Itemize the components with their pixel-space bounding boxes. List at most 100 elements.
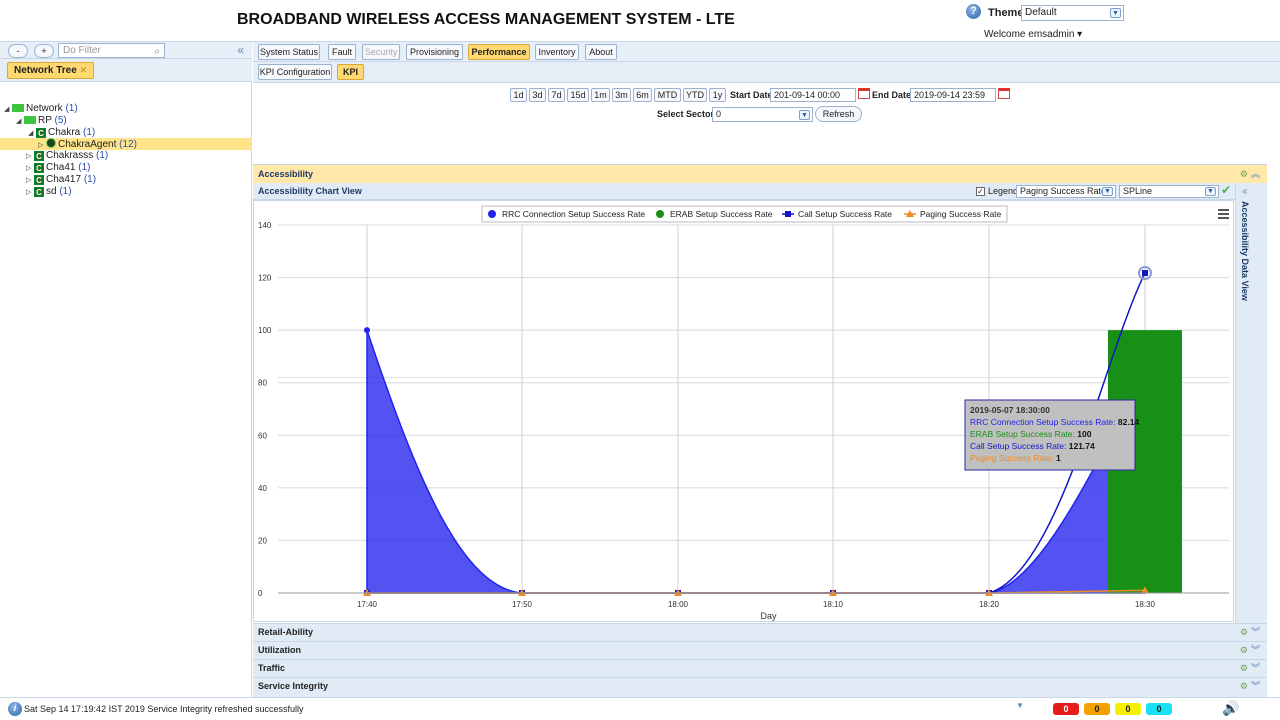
legend-checkbox-label: Legend (988, 186, 1019, 196)
main-nav: System Status Fault Security Provisionin… (253, 42, 1280, 62)
expand-down-icon[interactable]: ︾ (1251, 627, 1263, 637)
theme-select[interactable]: Default ▼ (1021, 5, 1124, 21)
tooltip-row-value: 121.74 (1069, 441, 1095, 451)
expand-down-icon[interactable]: ︾ (1251, 645, 1263, 655)
tree-toggle-icon[interactable]: ▷ (26, 187, 34, 199)
tab-kpi[interactable]: KPI (337, 64, 364, 80)
apply-check-icon[interactable]: ✔ (1221, 183, 1231, 197)
tab-fault[interactable]: Fault (328, 44, 356, 60)
alarm-major-count[interactable]: 0 (1084, 703, 1110, 715)
x-tick-label: 18:30 (1135, 600, 1156, 609)
legend-label: Paging Success Rate (920, 209, 1002, 219)
alarm-critical-count[interactable]: 0 (1053, 703, 1079, 715)
metric-select-value: Paging Success Rate (1020, 186, 1107, 196)
legend-checkbox[interactable]: ✓ (976, 187, 985, 196)
tree-node-count: (12) (119, 139, 137, 150)
tree-node-sd[interactable]: ▷ Csd (1) (26, 186, 72, 198)
tree-toggle-icon[interactable]: ◢ (28, 128, 36, 140)
range-3d-button[interactable]: 3d (529, 88, 546, 102)
chart-menu-icon[interactable] (1218, 209, 1229, 219)
alarm-minor-count[interactable]: 0 (1115, 703, 1141, 715)
speaker-icon[interactable]: 🔊 (1222, 700, 1239, 717)
chart-view-header: Accessibility Chart View ✓ Legend Paging… (253, 183, 1267, 200)
tree-node-cha41[interactable]: ▷ C Cha41 (1) (26, 162, 90, 174)
tab-provisioning[interactable]: Provisioning (406, 44, 463, 60)
settings-icon[interactable]: ⚙ (1240, 681, 1251, 691)
tab-about[interactable]: About (585, 44, 617, 60)
expand-down-icon[interactable]: ︾ (1251, 663, 1263, 673)
settings-icon[interactable]: ⚙ (1240, 663, 1251, 673)
sector-select[interactable]: 0 ▼ (712, 107, 813, 122)
range-6m-button[interactable]: 6m (633, 88, 652, 102)
search-icon[interactable]: ⌕ (154, 45, 160, 58)
tree-toggle-icon[interactable]: ◢ (16, 116, 24, 128)
tree-node-chakraagent[interactable]: ▷ ChakraAgent (12) (38, 138, 137, 150)
tooltip-row-value: 100 (1077, 429, 1091, 439)
expand-all-button[interactable]: + (34, 44, 54, 58)
tab-network-tree[interactable]: Network Tree ✕ (7, 62, 95, 79)
chevron-down-icon[interactable]: ▼ (1016, 701, 1026, 716)
data-view-side-tab[interactable]: « Accessibility Data View (1235, 183, 1267, 623)
network-node-icon (24, 116, 36, 124)
tree-toggle-icon[interactable]: ◢ (4, 104, 12, 116)
collapse-all-button[interactable]: - (8, 44, 28, 58)
data-view-label: Accessibility Data View (1240, 201, 1250, 301)
section-utilization[interactable]: Utilization ⚙︾ (253, 641, 1267, 659)
cell-node-icon: C (34, 175, 44, 185)
range-mtd-button[interactable]: MTD (654, 88, 681, 102)
range-ytd-button[interactable]: YTD (683, 88, 707, 102)
tooltip-title: 2019-05-07 18:30:00 (970, 405, 1050, 415)
range-1y-button[interactable]: 1y (709, 88, 726, 102)
tab-kpi-configuration[interactable]: KPI Configuration (258, 64, 332, 80)
range-1d-button[interactable]: 1d (510, 88, 527, 102)
section-service-integrity[interactable]: Service Integrity ⚙︾ (253, 677, 1267, 697)
tree-node-label: Chakrasss (46, 150, 94, 161)
range-3m-button[interactable]: 3m (612, 88, 631, 102)
tab-security[interactable]: Security (362, 44, 400, 60)
collapse-up-icon[interactable]: ︽ (1251, 169, 1263, 179)
y-tick-label: 20 (258, 536, 267, 545)
chevron-down-icon: ▼ (799, 110, 810, 120)
close-icon[interactable]: ✕ (80, 65, 88, 75)
user-menu[interactable]: Welcome emsadmin ▾ (984, 29, 1082, 40)
help-icon[interactable]: ? (966, 4, 981, 19)
end-date-input[interactable]: 2019-09-14 23:59 (910, 88, 996, 102)
tree-node-network[interactable]: ◢ Network (1) (4, 103, 78, 115)
chevron-down-icon: ▼ (1205, 187, 1216, 196)
tree-filter-input[interactable]: Do Filter ⌕ (58, 43, 165, 58)
calendar-icon[interactable] (858, 88, 870, 99)
metric-select[interactable]: Paging Success Rate ▼ (1016, 185, 1116, 198)
range-1m-button[interactable]: 1m (591, 88, 610, 102)
range-15d-button[interactable]: 15d (567, 88, 589, 102)
tree-node-label: Chakra (48, 127, 81, 138)
settings-icon[interactable]: ⚙ (1240, 169, 1251, 179)
section-traffic[interactable]: Traffic ⚙︾ (253, 659, 1267, 677)
tree-node-rp[interactable]: ◢ RP (5) (16, 115, 67, 127)
tree-node-cha417[interactable]: ▷ C Cha417 (1) (26, 174, 96, 186)
y-tick-label: 80 (258, 379, 267, 388)
x-tick-label: 18:00 (668, 600, 689, 609)
collapse-left-icon[interactable]: « (237, 43, 244, 57)
settings-icon[interactable]: ⚙ (1240, 627, 1251, 637)
start-date-input[interactable]: 201-09-14 00:00 (770, 88, 856, 102)
settings-icon[interactable]: ⚙ (1240, 645, 1251, 655)
chart-type-select[interactable]: SPLine ▼ (1119, 185, 1219, 198)
expand-down-icon[interactable]: ︾ (1251, 681, 1263, 691)
x-tick-label: 18:10 (823, 600, 844, 609)
expand-left-icon[interactable]: « (1242, 186, 1248, 197)
tooltip-row: RRC Connection Setup Success Rate: 82.14 (970, 417, 1139, 427)
tab-system-status[interactable]: System Status (258, 44, 320, 60)
network-tree-tabbar: Network Tree ✕ (0, 59, 252, 82)
refresh-button[interactable]: Refresh (815, 106, 862, 122)
calendar-icon[interactable] (998, 88, 1010, 99)
tree-node-chakrasss[interactable]: ▷ C Chakrasss (1) (26, 150, 108, 162)
tab-performance[interactable]: Performance (468, 44, 530, 60)
tooltip-row: ERAB Setup Success Rate: 100 (970, 429, 1092, 439)
range-7d-button[interactable]: 7d (548, 88, 565, 102)
alarm-warning-count[interactable]: 0 (1146, 703, 1172, 715)
section-retainability[interactable]: Retail-Ability ⚙︾ (253, 623, 1267, 641)
y-tick-label: 60 (258, 431, 267, 440)
section-accessibility[interactable]: Accessibility ⚙︽ (253, 164, 1267, 183)
tab-inventory[interactable]: Inventory (535, 44, 579, 60)
x-axis-title: Day (760, 611, 777, 621)
